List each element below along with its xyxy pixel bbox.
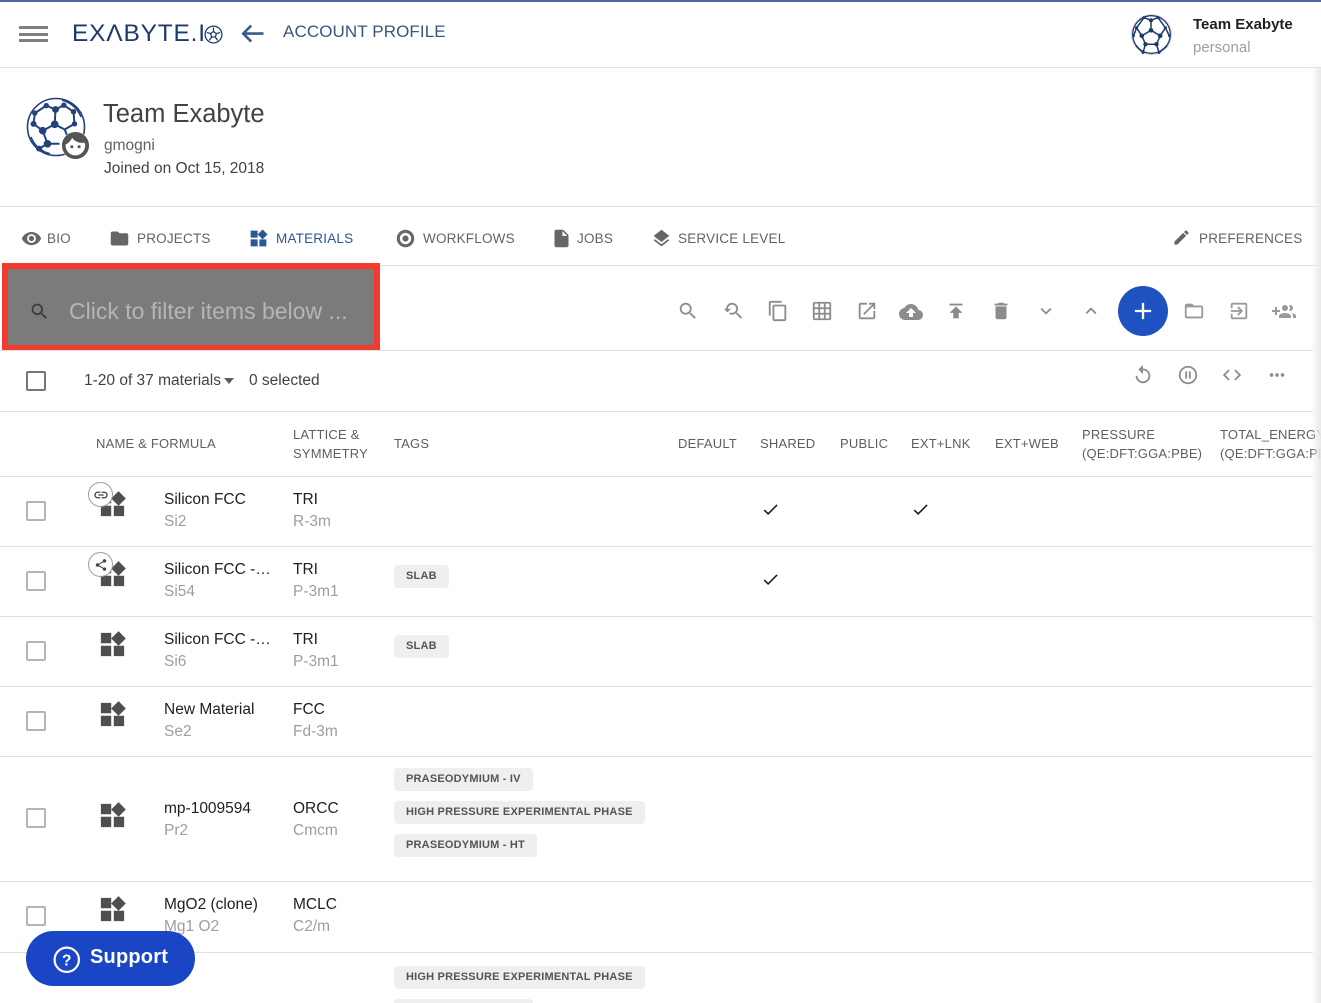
svg-text:?: ? <box>62 952 71 969</box>
